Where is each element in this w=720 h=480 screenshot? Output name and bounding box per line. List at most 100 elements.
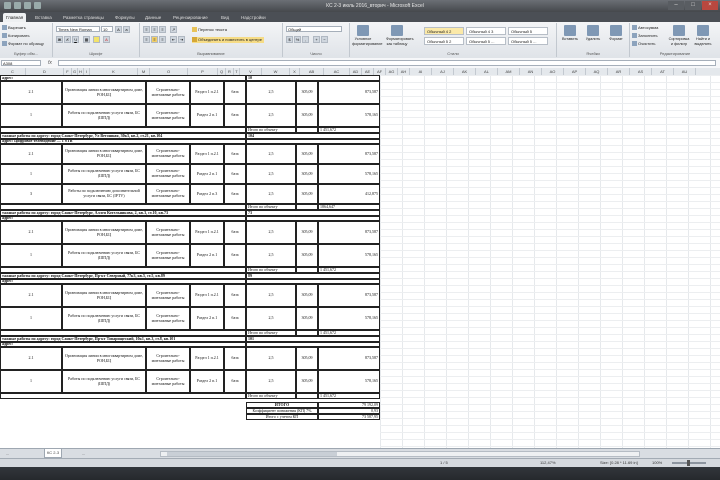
fx-icon[interactable]: fx	[48, 60, 52, 66]
cell-sum[interactable]: 578,165	[318, 307, 380, 330]
column-header[interactable]: P	[188, 68, 218, 75]
cell-kind[interactable]: Строительно-монтажные работы	[146, 284, 190, 307]
number-format-select[interactable]: Общий	[286, 26, 342, 32]
font-family-select[interactable]: Times New Roman	[56, 26, 100, 32]
column-header[interactable]: AH	[398, 68, 410, 75]
cell[interactable]	[0, 393, 246, 399]
cell-unit[interactable]: база	[224, 347, 246, 370]
align-top-icon[interactable]: ≡	[143, 26, 150, 33]
fill-button[interactable]: Заполнить	[632, 33, 658, 39]
cell-work[interactable]: Организация линии в многоквартирном доме…	[62, 284, 146, 307]
delete-button[interactable]: Удалить	[582, 25, 604, 49]
tab-insert[interactable]: Вставка	[32, 13, 55, 22]
style-normal-4-2[interactable]: Обычный 4 2	[424, 27, 464, 35]
cell-a[interactable]: 2.1	[0, 81, 62, 104]
cell-kind[interactable]: Строительно-монтажные работы	[146, 307, 190, 330]
excel-logo-icon[interactable]	[4, 2, 11, 9]
merge-center-button[interactable]: Объединить и поместить в центре	[192, 37, 264, 43]
cell-a[interactable]: 3	[0, 184, 62, 204]
align-left-icon[interactable]: ≡	[143, 36, 150, 43]
redo-icon[interactable]	[34, 2, 41, 9]
cell-unit[interactable]: база	[224, 184, 246, 204]
currency-icon[interactable]: $	[286, 36, 293, 43]
increase-indent-icon[interactable]: ⇥	[178, 36, 185, 43]
format-button[interactable]: Формат	[605, 25, 627, 49]
cell-price[interactable]: 305,09	[296, 164, 318, 184]
cell-razdel[interactable]: Раздел 1 п.2.1	[190, 284, 224, 307]
shrink-font-icon[interactable]: a	[123, 26, 130, 33]
worksheet-grid[interactable]: адрес: 10 2.1 Организация линии в многоквар…	[0, 75, 720, 448]
cell-q[interactable]: 2,5	[246, 81, 296, 104]
comma-icon[interactable]: ,	[302, 36, 309, 43]
column-header[interactable]: V	[240, 68, 262, 75]
cell-a[interactable]: 2.1	[0, 144, 62, 164]
cell-q[interactable]: 2,5	[246, 347, 296, 370]
column-header[interactable]: AO	[542, 68, 564, 75]
cell-sum[interactable]: 873,587	[318, 221, 380, 244]
sheet-tab-next[interactable]: ...	[80, 450, 87, 458]
cell-a[interactable]: 1	[0, 244, 62, 267]
cell-q[interactable]: 2,5	[246, 307, 296, 330]
zoom-slider[interactable]	[672, 460, 706, 466]
cell-unit[interactable]: база	[224, 307, 246, 330]
cell-sum[interactable]: 873,587	[318, 81, 380, 104]
column-header[interactable]: AF	[374, 68, 386, 75]
column-header[interactable]: W	[262, 68, 290, 75]
column-header[interactable]: AS	[630, 68, 652, 75]
align-right-icon[interactable]: ≡	[159, 36, 166, 43]
column-header[interactable]: K	[90, 68, 138, 75]
cell-work[interactable]: Работы по подключению услуги связи, БС (…	[62, 244, 146, 267]
style-normal-4-3[interactable]: Обычный 4 3	[466, 27, 506, 35]
cell-razdel[interactable]: Раздел 2 п.1	[190, 104, 224, 127]
style-normal-5-a[interactable]: Обычный 5 ...	[466, 37, 506, 45]
bold-icon[interactable]: Ж	[56, 36, 63, 43]
cell-a[interactable]: 1	[0, 164, 62, 184]
cell-kind[interactable]: Строительно-монтажные работы	[146, 221, 190, 244]
cell-kind[interactable]: Строительно-монтажные работы	[146, 244, 190, 267]
tab-view[interactable]: Вид	[218, 13, 232, 22]
column-header[interactable]: AP	[564, 68, 586, 75]
percent-icon[interactable]: %	[294, 36, 301, 43]
formula-input[interactable]	[58, 60, 716, 66]
cell[interactable]	[296, 393, 318, 399]
column-header[interactable]: AC	[324, 68, 350, 75]
grow-font-icon[interactable]: A	[115, 26, 122, 33]
cell-unit[interactable]: база	[224, 284, 246, 307]
format-as-table-button[interactable]: Форматировать как таблицу	[386, 25, 414, 49]
summary-value[interactable]: 73 587,95	[318, 414, 380, 420]
column-header[interactable]: M	[138, 68, 150, 75]
wrap-text-button[interactable]: Перенос текста	[192, 27, 227, 33]
column-header[interactable]: AD	[350, 68, 362, 75]
cell-work[interactable]: Работы по подключению услуги связи, БС (…	[62, 307, 146, 330]
fill-color-icon[interactable]	[93, 36, 100, 43]
cell-price[interactable]: 305,09	[296, 370, 318, 393]
column-header[interactable]: AK	[454, 68, 476, 75]
cell-razdel[interactable]: Раздел 1 п.2.1	[190, 221, 224, 244]
tab-formulas[interactable]: Формулы	[112, 13, 138, 22]
insert-button[interactable]: Вставить	[559, 25, 581, 49]
column-header[interactable]: AB	[300, 68, 324, 75]
borders-icon[interactable]: ▦	[83, 36, 90, 43]
cell-razdel[interactable]: Раздел 1 п.2.1	[190, 144, 224, 164]
column-header[interactable]: Q	[218, 68, 226, 75]
column-header[interactable]: AE	[362, 68, 374, 75]
zoom-slider-thumb[interactable]	[687, 460, 690, 466]
column-header[interactable]: AR	[608, 68, 630, 75]
decrease-indent-icon[interactable]: ⇤	[170, 36, 177, 43]
style-normal-5-2[interactable]: Обычный 5 2	[424, 37, 464, 45]
cell-razdel[interactable]: Раздел 2 п.1	[190, 307, 224, 330]
cell-kind[interactable]: Строительно-монтажные работы	[146, 164, 190, 184]
name-box[interactable]: A308	[1, 60, 41, 66]
style-normal-5[interactable]: Обычный 5	[508, 27, 548, 35]
cell-q[interactable]: 2,5	[246, 284, 296, 307]
cell-price[interactable]: 305,09	[296, 244, 318, 267]
increase-decimal-icon[interactable]: +	[313, 36, 320, 43]
cell-q[interactable]: 2,5	[246, 244, 296, 267]
cell-work[interactable]: Организация линии в многоквартирном доме…	[62, 144, 146, 164]
clear-button[interactable]: Очистить	[632, 41, 655, 47]
cell-q[interactable]: 2,5	[246, 104, 296, 127]
cell-razdel[interactable]: Раздел 2 п.3	[190, 184, 224, 204]
zoom-percent[interactable]: 100%	[652, 459, 662, 467]
column-header[interactable]: AI	[410, 68, 432, 75]
cell-q[interactable]: 2,5	[246, 221, 296, 244]
